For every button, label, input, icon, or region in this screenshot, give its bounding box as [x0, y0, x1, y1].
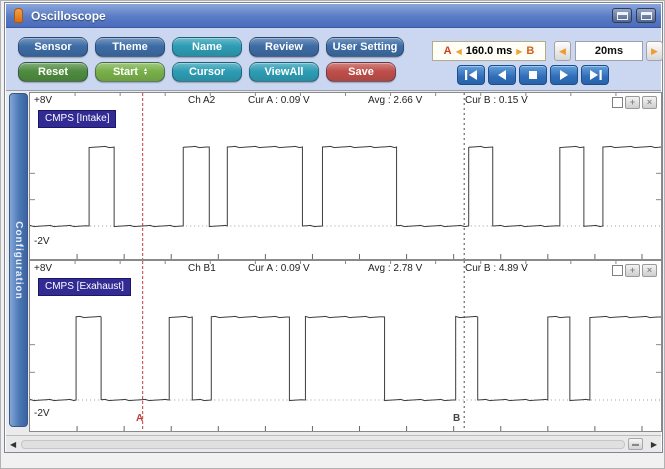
expand-channel-button[interactable]: +: [625, 96, 640, 109]
scroll-right-icon[interactable]: ▶: [651, 440, 657, 449]
skip-start-button[interactable]: [457, 65, 485, 85]
cursor-a-reading: Cur A : 0.09 V: [248, 95, 310, 106]
skip-start-icon: [464, 70, 477, 80]
cursor-a-axis-label: A: [136, 413, 144, 424]
vmin-label: -2V: [34, 408, 50, 419]
timebase-value-field[interactable]: 20ms: [575, 41, 643, 61]
sensor-button[interactable]: Sensor: [18, 37, 88, 57]
spinner-arrows-icon: ▴ ▾: [144, 67, 148, 77]
scrollbar-track[interactable]: [21, 440, 625, 449]
window-icon: [640, 11, 652, 20]
cursor-a-label: A: [443, 45, 452, 57]
left-triangle-icon: ◀: [455, 46, 462, 56]
toolbar-row-2: Reset Start ▴ ▾ Cursor ViewAll Save: [18, 62, 404, 82]
channel-corner-controls: + ×: [612, 96, 657, 109]
play-button[interactable]: [550, 65, 578, 85]
right-triangle-icon: ▶: [516, 46, 523, 56]
channel-id-label: Ch A2: [188, 95, 216, 106]
capture-window-button[interactable]: [612, 8, 632, 23]
channel-panel-exhaust: +8V Ch B1 Cur A : 0.09 V Avg : 2.78 V Cu…: [29, 260, 662, 432]
scroll-left-icon[interactable]: ◀: [10, 440, 16, 449]
skip-end-icon: [589, 70, 602, 80]
channel-visible-checkbox[interactable]: [612, 265, 623, 276]
step-back-icon: [498, 70, 506, 80]
play-icon: [560, 70, 568, 80]
main-area: Configuration +8V Ch A2 Cur A : 0.09 V A…: [6, 90, 662, 435]
app-icon: [14, 8, 23, 23]
expand-channel-button[interactable]: +: [625, 264, 640, 277]
save-button[interactable]: Save: [326, 62, 396, 82]
reset-button[interactable]: Reset: [18, 62, 88, 82]
vmax-label: +8V: [34, 263, 53, 274]
close-channel-button[interactable]: ×: [642, 264, 657, 277]
minimize-window-button[interactable]: [636, 8, 656, 23]
start-button-label: Start: [112, 66, 139, 78]
channel-panel-intake: +8V Ch A2 Cur A : 0.09 V Avg : 2.66 V Cu…: [29, 92, 662, 260]
time-range-value: 160.0 ms: [465, 45, 513, 57]
channel-name-badge: CMPS [Intake]: [38, 110, 117, 128]
cursor-time-range-display: A ◀ 160.0 ms ▶ B: [432, 41, 546, 61]
window-icon: [616, 11, 628, 20]
toolbar-row-1: Sensor Theme Name Review User Setting: [18, 37, 404, 57]
configuration-tab-label: Configuration: [13, 220, 25, 300]
cursor-b-reading: Cur B : 0.15 V: [465, 95, 528, 106]
screen: Oscilloscope Sensor Theme Name Review Us…: [0, 0, 665, 469]
scrollbar-grip[interactable]: ▬: [628, 438, 643, 450]
window-controls: [612, 8, 656, 23]
channel-visible-checkbox[interactable]: [612, 97, 623, 108]
configuration-tab[interactable]: Configuration: [9, 93, 28, 427]
stop-icon: [529, 71, 537, 79]
review-button[interactable]: Review: [249, 37, 319, 57]
cursor-b-axis-label: B: [453, 413, 461, 424]
timebase-increase-button[interactable]: ▶: [646, 41, 663, 61]
user-setting-button[interactable]: User Setting: [326, 37, 404, 57]
average-reading: Avg : 2.78 V: [368, 263, 423, 274]
close-channel-button[interactable]: ×: [642, 96, 657, 109]
vmax-label: +8V: [34, 95, 53, 106]
average-reading: Avg : 2.66 V: [368, 95, 423, 106]
cursor-button[interactable]: Cursor: [172, 62, 242, 82]
channel-id-label: Ch B1: [188, 263, 216, 274]
oscilloscope-window: Oscilloscope Sensor Theme Name Review Us…: [4, 2, 663, 453]
theme-button[interactable]: Theme: [95, 37, 165, 57]
channel-name-badge: CMPS [Exahaust]: [38, 278, 131, 296]
stop-button[interactable]: [519, 65, 547, 85]
timebase-decrease-button[interactable]: ◀: [554, 41, 571, 61]
vmin-label: -2V: [34, 236, 50, 247]
name-button[interactable]: Name: [172, 37, 242, 57]
playback-controls: [457, 65, 609, 85]
horizontal-scrollbar: ◀ ▬ ▶: [6, 435, 661, 452]
skip-end-button[interactable]: [581, 65, 609, 85]
titlebar: Oscilloscope: [6, 4, 661, 28]
viewall-button[interactable]: ViewAll: [249, 62, 319, 82]
cursor-b-reading: Cur B : 4.89 V: [465, 263, 528, 274]
cursor-a-reading: Cur A : 0.09 V: [248, 263, 310, 274]
waveform-plot: [30, 93, 661, 259]
toolbar: Sensor Theme Name Review User Setting Re…: [6, 28, 663, 90]
toolbar-buttons: Sensor Theme Name Review User Setting Re…: [18, 37, 404, 82]
start-button[interactable]: Start ▴ ▾: [95, 62, 165, 82]
step-back-button[interactable]: [488, 65, 516, 85]
window-title: Oscilloscope: [31, 8, 106, 23]
channel-corner-controls: + ×: [612, 264, 657, 277]
cursor-b-label: B: [526, 45, 535, 57]
